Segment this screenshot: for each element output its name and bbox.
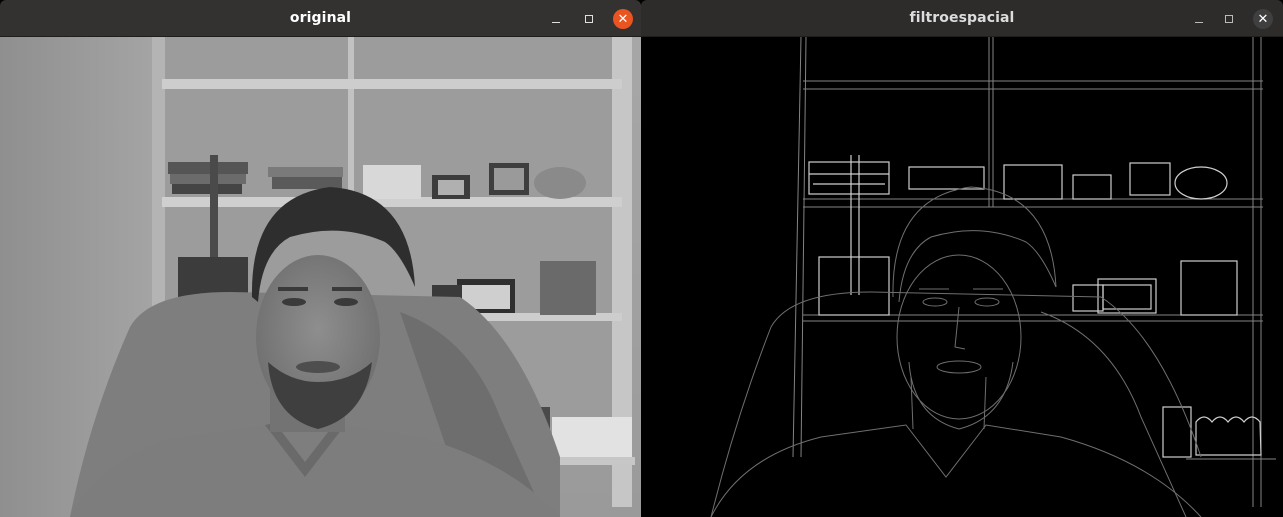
maximize-button[interactable] xyxy=(579,9,599,29)
minimize-button[interactable] xyxy=(546,9,566,29)
original-window[interactable]: original ✕ xyxy=(0,0,641,517)
close-icon: ✕ xyxy=(1257,11,1269,27)
maximize-icon xyxy=(585,15,593,23)
grayscale-scene xyxy=(0,37,641,517)
maximize-button[interactable] xyxy=(1219,9,1239,29)
minimize-button[interactable] xyxy=(1189,9,1209,29)
filter-image xyxy=(641,37,1283,517)
window-title: original xyxy=(289,10,352,26)
close-button[interactable]: ✕ xyxy=(1253,9,1273,29)
edge-scene xyxy=(641,37,1283,517)
window-title: filtroespacial xyxy=(909,10,1015,26)
minimize-icon xyxy=(1195,22,1203,23)
filter-window[interactable]: filtroespacial ✕ xyxy=(641,0,1283,517)
close-icon: ✕ xyxy=(617,11,629,27)
minimize-icon xyxy=(552,22,560,23)
original-image xyxy=(0,37,641,517)
filter-titlebar[interactable]: filtroespacial ✕ xyxy=(641,0,1283,37)
maximize-icon xyxy=(1225,15,1233,23)
close-button[interactable]: ✕ xyxy=(613,9,633,29)
original-titlebar[interactable]: original ✕ xyxy=(0,0,641,37)
